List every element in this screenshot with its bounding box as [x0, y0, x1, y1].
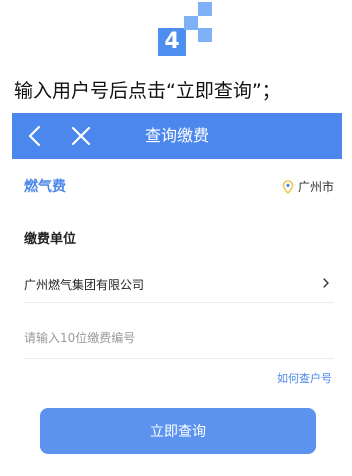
- step-number: 4: [164, 29, 180, 54]
- company-name: 广州燃气集团有限公司: [24, 278, 145, 292]
- company-selector[interactable]: 广州燃气集团有限公司: [24, 266, 334, 303]
- section-title: 缴费单位: [24, 232, 77, 247]
- location-selector[interactable]: 广州市: [282, 178, 334, 195]
- service-row: 燃气费 广州市: [24, 172, 334, 200]
- query-now-button[interactable]: 立即查询: [40, 408, 316, 454]
- service-name: 燃气费: [24, 179, 66, 195]
- location-label: 广州市: [297, 180, 334, 194]
- step-number-badge: 4: [158, 2, 214, 56]
- header-title: 查询缴费: [144, 126, 209, 145]
- app-header: 查询缴费: [12, 113, 342, 159]
- instruction-text: 输入用户号后点击“立即查询”；: [14, 80, 281, 102]
- how-to-find-account-link[interactable]: 如何查户号: [277, 370, 332, 386]
- chevron-right-icon: [323, 278, 329, 288]
- account-number-input[interactable]: [24, 318, 334, 359]
- location-pin-icon: [282, 179, 294, 194]
